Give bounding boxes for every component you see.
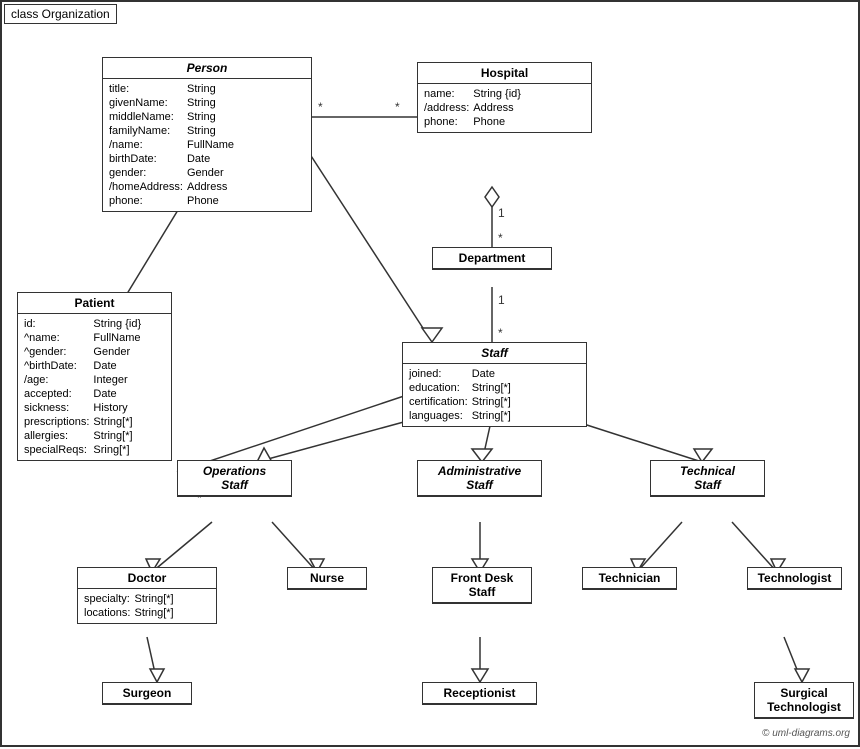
technologist-class: Technologist [747,567,842,590]
technical-staff-class: TechnicalStaff [650,460,765,497]
technical-staff-header: TechnicalStaff [651,461,764,496]
hospital-class: Hospital name:String {id} /address:Addre… [417,62,592,133]
hospital-body: name:String {id} /address:Address phone:… [418,84,591,132]
diagram-container: class Organization * * 1 * 1 * [0,0,860,747]
surgeon-header: Surgeon [103,683,191,704]
surgical-technologist-header: SurgicalTechnologist [755,683,853,718]
patient-class: Patient id:String {id} ^name:FullName ^g… [17,292,172,461]
staff-body: joined:Date education:String[*] certific… [403,364,586,426]
diagram-title: class Organization [4,4,117,24]
svg-text:*: * [498,326,503,340]
staff-class: Staff joined:Date education:String[*] ce… [402,342,587,427]
administrative-staff-header: AdministrativeStaff [418,461,541,496]
nurse-class: Nurse [287,567,367,590]
receptionist-header: Receptionist [423,683,536,704]
svg-text:*: * [498,231,503,245]
person-header: Person [103,58,311,79]
patient-header: Patient [18,293,171,314]
front-desk-staff-header: Front DeskStaff [433,568,531,603]
receptionist-class: Receptionist [422,682,537,705]
department-header: Department [433,248,551,269]
doctor-body: specialty:String[*] locations:String[*] [78,589,216,623]
patient-body: id:String {id} ^name:FullName ^gender:Ge… [18,314,171,460]
doctor-class: Doctor specialty:String[*] locations:Str… [77,567,217,624]
svg-text:1: 1 [498,293,505,307]
svg-text:1: 1 [498,206,505,220]
surgeon-class: Surgeon [102,682,192,705]
staff-header: Staff [403,343,586,364]
svg-text:*: * [318,100,323,114]
surgical-technologist-class: SurgicalTechnologist [754,682,854,719]
operations-staff-class: OperationsStaff [177,460,292,497]
credit: © uml-diagrams.org [762,728,850,739]
technician-class: Technician [582,567,677,590]
doctor-header: Doctor [78,568,216,589]
svg-text:*: * [395,100,400,114]
nurse-header: Nurse [288,568,366,589]
technologist-header: Technologist [748,568,841,589]
hospital-header: Hospital [418,63,591,84]
administrative-staff-class: AdministrativeStaff [417,460,542,497]
person-class: Person title:String givenName:String mid… [102,57,312,212]
operations-staff-header: OperationsStaff [178,461,291,496]
technician-header: Technician [583,568,676,589]
department-class: Department [432,247,552,270]
person-body: title:String givenName:String middleName… [103,79,311,211]
front-desk-staff-class: Front DeskStaff [432,567,532,604]
